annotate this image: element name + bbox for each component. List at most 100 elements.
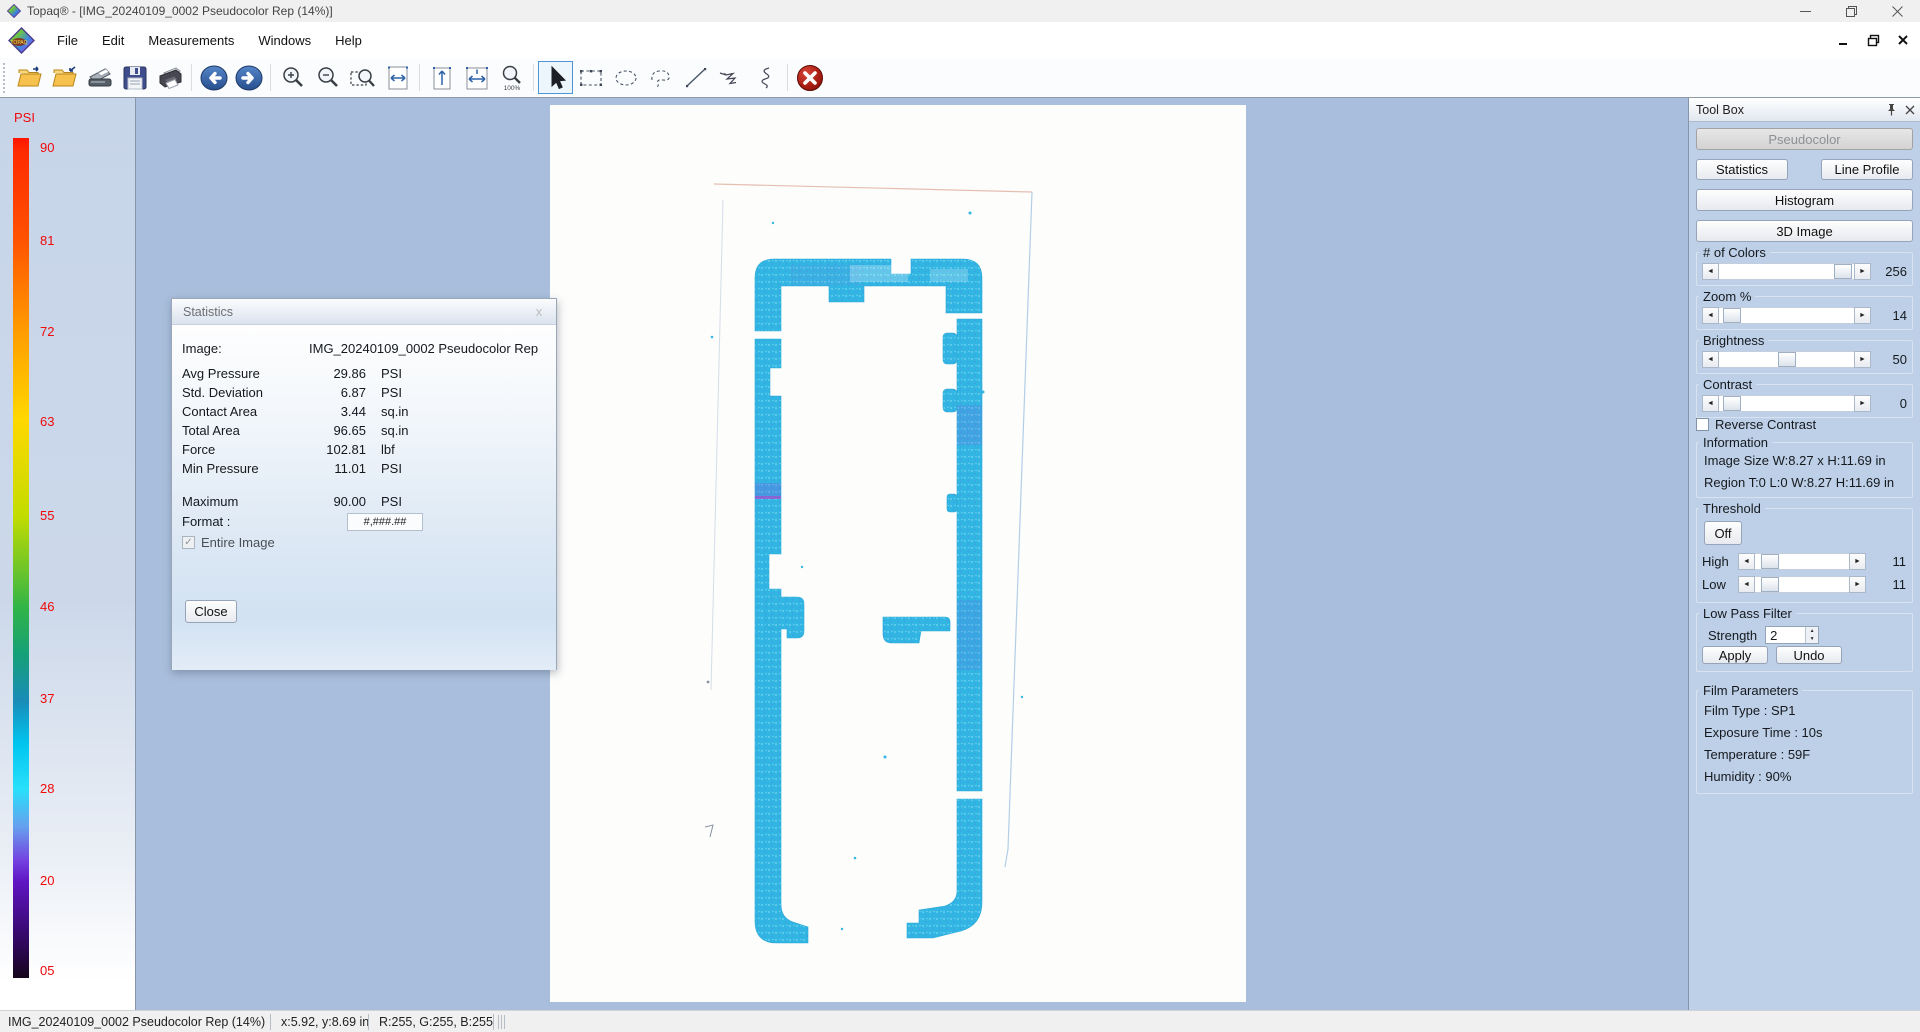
toolbox-panel: Tool Box Pseudocolor Statistics Line Pro… [1688,98,1920,1010]
stat-value: 29.86 [299,366,366,381]
stat-unit: PSI [381,366,402,381]
slider-track[interactable] [1755,553,1849,570]
slider-thumb[interactable] [1723,396,1741,411]
back-button[interactable] [196,61,231,94]
line-tool-button[interactable] [678,61,713,94]
undo-button[interactable]: Undo [1776,646,1842,664]
rect-select-button[interactable] [573,61,608,94]
spin-down-icon[interactable]: ▼ [1806,635,1818,643]
polyline-tool-button[interactable] [713,61,748,94]
slider-track[interactable] [1719,351,1854,368]
ellipse-select-button[interactable] [608,61,643,94]
pressure-film-image[interactable] [550,105,1246,1002]
statistics-button[interactable]: Statistics [1696,159,1788,180]
import-file-button[interactable] [47,61,82,94]
main-toolbar: 100% [0,58,1920,98]
slider-right-arrow[interactable]: ► [1854,263,1871,280]
line-profile-button[interactable]: Line Profile [1821,159,1913,180]
slider-right-arrow[interactable]: ► [1849,553,1866,570]
statistics-dialog-title-bar[interactable]: Statistics x [172,299,556,325]
slider-thumb[interactable] [1834,264,1852,279]
slider-track[interactable] [1719,395,1854,412]
slider-left-arrow[interactable]: ◄ [1738,576,1755,593]
slider-track[interactable] [1719,307,1854,324]
statistics-dialog-close-icon[interactable]: x [530,304,548,319]
zoom-region-button[interactable] [345,61,380,94]
slider-right-arrow[interactable]: ► [1854,307,1871,324]
scale-tick: 37 [40,691,54,706]
threshold-off-button[interactable]: Off [1704,521,1742,545]
forward-button[interactable] [231,61,266,94]
fit-page-button[interactable] [459,61,494,94]
open-file-button[interactable] [12,61,47,94]
slider-track[interactable] [1719,263,1854,280]
restore-window-icon[interactable] [1828,0,1874,22]
scale-tick: 90 [40,140,54,155]
apply-button[interactable]: Apply [1702,646,1768,664]
mdi-close-icon[interactable] [1894,31,1912,49]
menu-edit[interactable]: Edit [90,22,136,58]
mdi-restore-icon[interactable] [1864,31,1882,49]
spin-up-icon[interactable]: ▲ [1806,627,1818,635]
menu-measurements[interactable]: Measurements [136,22,246,58]
zoom-out-button[interactable] [310,61,345,94]
fit-width-button[interactable] [380,61,415,94]
slider-left-arrow[interactable]: ◄ [1702,307,1719,324]
reverse-contrast-checkbox[interactable] [1696,418,1709,431]
slider-thumb[interactable] [1723,308,1741,323]
slider-left-arrow[interactable]: ◄ [1702,395,1719,412]
close-button[interactable]: Close [185,600,237,623]
curve-tool-button[interactable] [748,61,783,94]
slider-thumb[interactable] [1761,577,1779,592]
zoom-slider[interactable]: ◄ ► [1702,307,1871,324]
threshold-label: Threshold [1699,501,1765,516]
slider-thumb[interactable] [1761,554,1779,569]
stat-row-maximum: Maximum 90.00 PSI [182,492,544,511]
brightness-group: Brightness ◄ ► 50 [1696,340,1913,374]
stat-row-contact-area: Contact Area 3.44 sq.in [182,402,544,421]
strength-spinner[interactable]: 2 ▲▼ [1765,626,1819,644]
slider-left-arrow[interactable]: ◄ [1702,351,1719,368]
zoom-100-button[interactable]: 100% [494,61,529,94]
menu-file[interactable]: File [45,22,90,58]
abort-button[interactable] [792,61,827,94]
close-window-icon[interactable] [1874,0,1920,22]
threshold-high-slider[interactable]: ◄ ► [1738,553,1866,570]
mdi-minimize-icon[interactable] [1834,31,1852,49]
contrast-slider[interactable]: ◄ ► [1702,395,1871,412]
fit-height-button[interactable] [424,61,459,94]
slider-right-arrow[interactable]: ► [1854,395,1871,412]
scanner-icon [86,65,114,91]
pseudocolor-button[interactable]: Pseudocolor [1696,128,1913,150]
toolbar-grip[interactable] [3,63,8,93]
menu-windows[interactable]: Windows [246,22,323,58]
slider-track[interactable] [1755,576,1849,593]
print-button[interactable] [152,61,187,94]
slider-left-arrow[interactable]: ◄ [1702,263,1719,280]
save-button[interactable] [117,61,152,94]
slider-thumb[interactable] [1778,352,1796,367]
menu-help[interactable]: Help [323,22,374,58]
threshold-low-value: 11 [1866,577,1906,592]
slider-right-arrow[interactable]: ► [1854,351,1871,368]
entire-image-checkbox[interactable]: ✓ [182,536,195,549]
pointer-tool-button[interactable] [538,61,573,94]
histogram-button[interactable]: Histogram [1696,189,1913,211]
lasso-select-button[interactable] [643,61,678,94]
back-arrow-icon [199,64,229,92]
brightness-slider[interactable]: ◄ ► [1702,351,1871,368]
num-colors-slider[interactable]: ◄ ► [1702,263,1871,280]
format-input[interactable]: #,###.## [347,513,423,531]
threshold-low-slider[interactable]: ◄ ► [1738,576,1866,593]
svg-text:TOPAQ: TOPAQ [10,40,27,46]
slider-left-arrow[interactable]: ◄ [1738,553,1755,570]
rect-select-icon [577,65,605,91]
scan-button[interactable] [82,61,117,94]
zoom-in-button[interactable] [275,61,310,94]
minimize-window-icon[interactable] [1782,0,1828,22]
3d-image-button[interactable]: 3D Image [1696,220,1913,242]
slider-right-arrow[interactable]: ► [1849,576,1866,593]
svg-text:100%: 100% [503,85,520,92]
pin-icon[interactable] [1886,103,1897,116]
toolbox-close-icon[interactable] [1905,105,1915,115]
